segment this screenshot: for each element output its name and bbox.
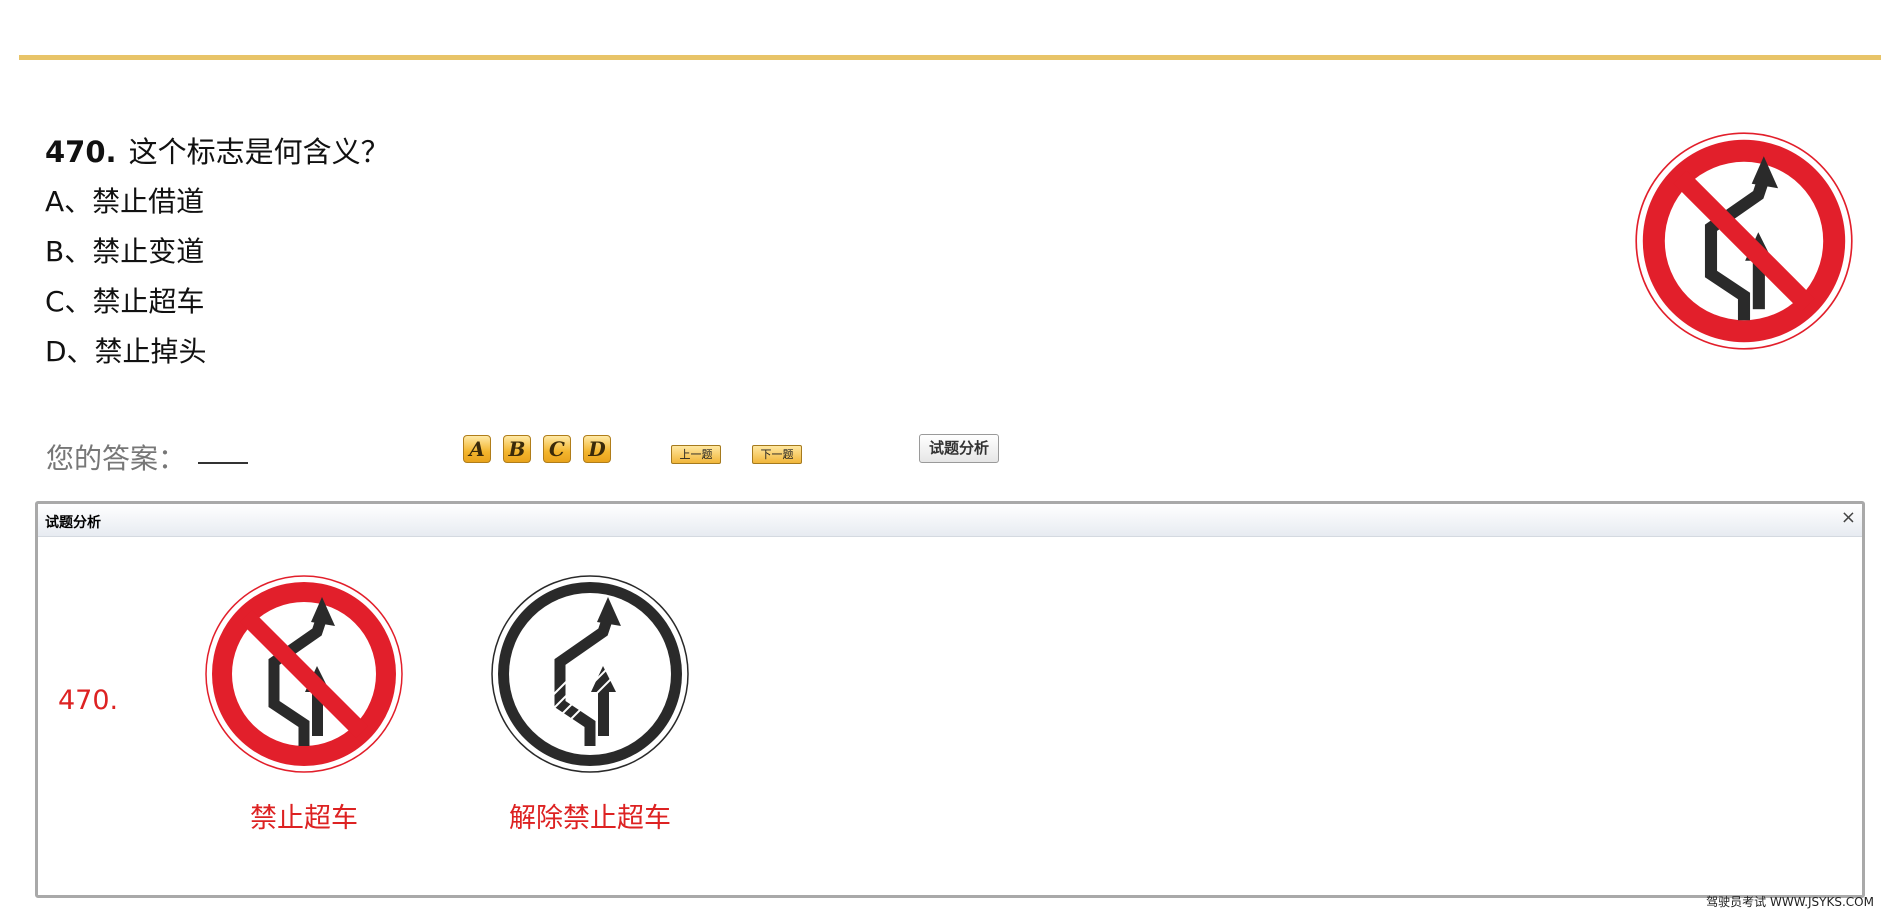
answer-b-button[interactable]: B (503, 435, 531, 463)
close-icon[interactable]: × (1841, 508, 1856, 528)
prev-question-button[interactable]: 上一题 (671, 445, 721, 464)
next-question-button[interactable]: 下一题 (752, 445, 802, 464)
sign-caption: 解除禁止超车 (509, 803, 671, 834)
analysis-button[interactable]: 试题分析 (919, 434, 999, 463)
analysis-question-number: 470. (58, 685, 119, 716)
top-accent-line (19, 55, 1881, 60)
option-c: C、禁止超车 (45, 285, 205, 318)
sign-caption: 禁止超车 (250, 803, 358, 834)
analysis-panel-header: 试题分析 × (38, 504, 1862, 537)
option-d: D、禁止掉头 (45, 335, 207, 368)
analysis-panel: 试题分析 × 470. 禁止超车 解除禁止超车 (35, 501, 1865, 898)
answer-blank (198, 462, 248, 464)
option-a: A、禁止借道 (45, 185, 205, 218)
analysis-panel-title: 试题分析 (45, 515, 101, 531)
footer-watermark: 驾驶员考试 WWW.JSYKS.COM (1706, 895, 1874, 909)
question-text: 这个标志是何含义？ (128, 135, 390, 169)
end-no-overtaking-sign-icon (490, 574, 690, 774)
answer-d-button[interactable]: D (583, 435, 611, 463)
your-answer-label: 您的答案： (46, 442, 187, 475)
option-b: B、禁止变道 (45, 235, 205, 268)
answer-a-button[interactable]: A (463, 435, 491, 463)
answer-c-button[interactable]: C (543, 435, 571, 463)
no-overtaking-sign-icon (1634, 131, 1854, 351)
question-title: 470. 这个标志是何含义？ (45, 132, 390, 172)
no-overtaking-sign-icon (204, 574, 404, 774)
question-number: 470. (45, 135, 117, 169)
